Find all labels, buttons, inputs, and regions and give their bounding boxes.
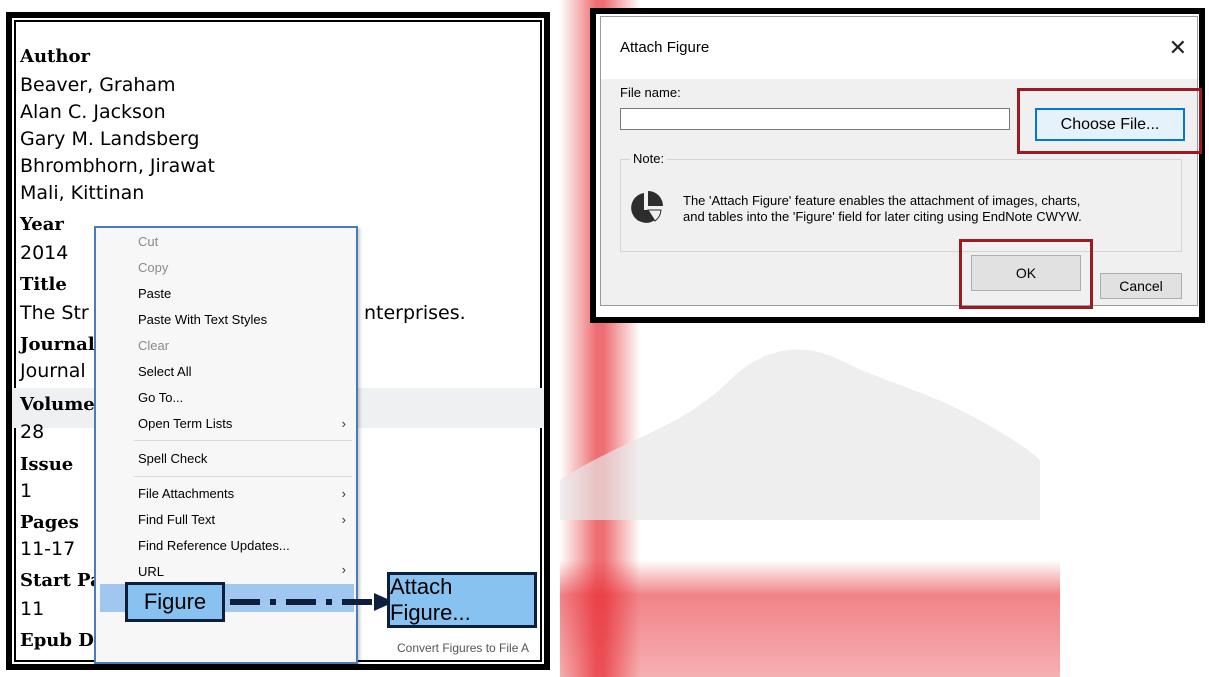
note-label: Note: — [630, 151, 668, 166]
author-3[interactable]: Gary M. Landsberg — [20, 128, 199, 150]
background-red-band — [560, 560, 1060, 677]
year-value[interactable]: 2014 — [20, 242, 68, 264]
title-value-start[interactable]: The Str — [20, 302, 89, 324]
volume-value[interactable]: 28 — [20, 421, 44, 443]
journal-label: Journal — [20, 334, 95, 355]
pages-label: Pages — [20, 512, 79, 533]
file-name-input[interactable] — [620, 108, 1010, 130]
author-2[interactable]: Alan C. Jackson — [20, 101, 166, 123]
chevron-right-icon: › — [341, 562, 346, 577]
ok-button[interactable]: OK — [971, 255, 1081, 291]
close-icon[interactable]: ✕ — [1169, 35, 1187, 61]
menu-item-paste[interactable]: Paste — [138, 286, 171, 301]
issue-value[interactable]: 1 — [20, 480, 32, 502]
note-text-line-2: and tables into the 'Figure' field for l… — [683, 209, 1082, 224]
pages-value[interactable]: 11-17 — [20, 538, 75, 560]
dialog-body: File name: Choose File... Note: The 'Att… — [601, 79, 1202, 309]
menu-item-go-to[interactable]: Go To... — [138, 390, 183, 405]
menu-separator — [134, 440, 352, 441]
menu-item-find-full-text[interactable]: Find Full Text — [138, 512, 215, 527]
attach-figure-dialog: Attach Figure ✕ File name: Choose File..… — [600, 16, 1202, 309]
chevron-right-icon: › — [341, 416, 346, 431]
title-value-end[interactable]: nterprises. — [364, 302, 466, 324]
menu-item-open-term-lists[interactable]: Open Term Lists — [138, 416, 232, 431]
submenu-item-convert-figures[interactable]: Convert Figures to File A — [397, 641, 529, 655]
menu-item-url[interactable]: URL — [138, 564, 164, 579]
year-label: Year — [20, 214, 64, 235]
start-page-label: Start Pa — [20, 570, 102, 591]
menu-item-spell-check[interactable]: Spell Check — [138, 451, 207, 466]
menu-item-select-all[interactable]: Select All — [138, 364, 191, 379]
dashed-arrow-icon — [230, 593, 394, 611]
menu-item-figure[interactable]: Figure — [125, 582, 225, 622]
submenu-item-attach-figure[interactable]: Attach Figure... — [387, 572, 537, 628]
start-page-value[interactable]: 11 — [20, 598, 44, 620]
note-text: The 'Attach Figure' feature enables the … — [683, 193, 1082, 225]
menu-item-find-reference-updates[interactable]: Find Reference Updates... — [138, 538, 290, 553]
menu-item-cut: Cut — [138, 234, 159, 249]
volume-label: Volume — [20, 394, 95, 415]
note-text-line-1: The 'Attach Figure' feature enables the … — [683, 193, 1081, 208]
author-1[interactable]: Beaver, Graham — [20, 74, 176, 96]
menu-item-paste-with-text-styles[interactable]: Paste With Text Styles — [138, 312, 267, 327]
dialog-title: Attach Figure — [620, 39, 710, 56]
choose-file-button[interactable]: Choose File... — [1035, 108, 1185, 141]
menu-item-file-attachments[interactable]: File Attachments — [138, 486, 234, 501]
chevron-right-icon: › — [341, 486, 346, 501]
dialog-titlebar: Attach Figure ✕ — [601, 17, 1197, 79]
menu-item-copy: Copy — [138, 260, 169, 275]
author-4[interactable]: Bhrombhorn, Jirawat — [20, 155, 215, 177]
cancel-button[interactable]: Cancel — [1100, 273, 1182, 299]
chevron-right-icon: › — [341, 512, 346, 527]
author-5[interactable]: Mali, Kittinan — [20, 182, 144, 204]
journal-value[interactable]: Journal — [20, 360, 86, 382]
pie-chart-icon — [631, 191, 663, 223]
menu-item-clear: Clear — [138, 338, 170, 353]
background-gray-wave — [560, 349, 1040, 520]
issue-label: Issue — [20, 454, 74, 475]
title-label: Title — [20, 274, 67, 295]
menu-separator — [134, 476, 352, 477]
file-name-label: File name: — [620, 85, 681, 100]
author-label: Author — [20, 46, 90, 67]
